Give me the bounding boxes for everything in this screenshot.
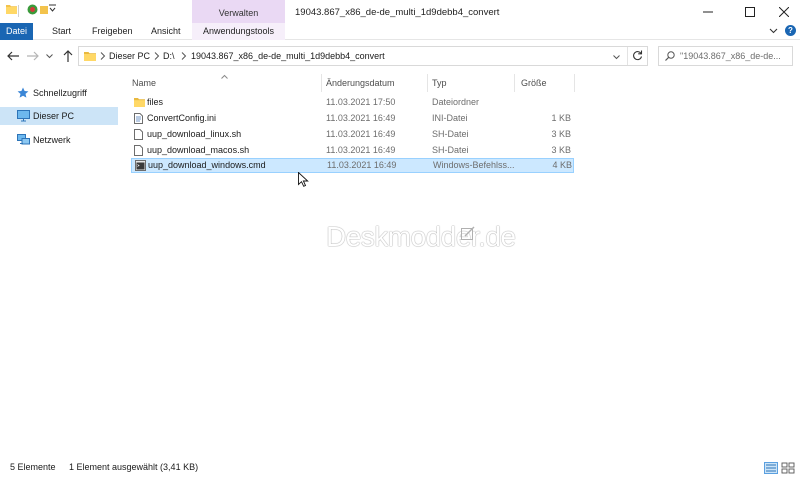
new-folder-icon[interactable]	[40, 4, 48, 14]
file-name: uup_download_windows.cmd	[148, 160, 266, 170]
breadcrumb-chevron-icon[interactable]	[154, 52, 160, 62]
breadcrumb-chevron-icon[interactable]	[100, 52, 106, 62]
breadcrumb-current-folder[interactable]: 19043.867_x86_de-de_multi_1d9debb4_conve…	[191, 47, 385, 65]
search-icon	[665, 51, 675, 63]
file-size: 3 KB	[551, 129, 571, 139]
file-date: 11.03.2021 17:50	[326, 97, 396, 107]
file-size: 3 KB	[551, 145, 571, 155]
navigation-pane: Schnellzugriff Dieser PC Netzwerk	[0, 71, 118, 457]
tab-freigeben[interactable]: Freigeben	[92, 23, 133, 40]
up-arrow-icon[interactable]	[60, 49, 76, 63]
file-type: INI-Datei	[432, 113, 468, 123]
properties-icon[interactable]	[27, 4, 38, 15]
sidebar-item-dieser-pc[interactable]: Dieser PC	[0, 107, 118, 125]
file-type: SH-Datei	[432, 145, 469, 155]
monitor-icon	[17, 110, 30, 124]
status-item-count: 5 Elemente	[10, 462, 56, 472]
watermark-text: Deskmodder.de	[326, 221, 516, 252]
file-name: uup_download_linux.sh	[147, 129, 242, 139]
table-row[interactable]: ConvertConfig.ini 11.03.2021 16:49 INI-D…	[131, 111, 574, 126]
sidebar-item-label: Schnellzugriff	[33, 88, 87, 98]
customize-chevron-icon[interactable]	[49, 4, 56, 12]
column-divider[interactable]	[427, 74, 428, 92]
folder-icon	[84, 51, 96, 63]
file-name: ConvertConfig.ini	[147, 113, 217, 123]
table-row[interactable]: uup_download_linux.sh 11.03.2021 16:49 S…	[131, 127, 574, 142]
column-divider[interactable]	[514, 74, 515, 92]
maximize-button[interactable]	[727, 0, 773, 23]
breadcrumb-dieser-pc[interactable]: Dieser PC	[109, 47, 150, 65]
breadcrumb-drive-d[interactable]: D:\	[163, 47, 175, 65]
file-date: 11.03.2021 16:49	[326, 129, 396, 139]
sidebar-item-label: Netzwerk	[33, 135, 71, 145]
network-icon	[17, 134, 30, 148]
details-view-icon[interactable]	[764, 462, 778, 474]
column-header-name[interactable]: Name	[132, 74, 156, 92]
search-placeholder: "19043.867_x86_de-de...	[680, 51, 781, 61]
column-divider[interactable]	[321, 74, 322, 92]
column-divider[interactable]	[574, 74, 575, 92]
star-icon	[17, 87, 29, 101]
title-bar: Verwalten 19043.867_x86_de-de_multi_1d9d…	[0, 0, 800, 23]
file-size: 4 KB	[552, 160, 572, 170]
search-input[interactable]: "19043.867_x86_de-de...	[658, 46, 793, 66]
sidebar-item-netzwerk[interactable]: Netzwerk	[0, 131, 118, 149]
file-type: Dateiordner	[432, 97, 480, 107]
sidebar-item-label: Dieser PC	[33, 111, 75, 121]
mouse-cursor-icon	[298, 171, 309, 189]
column-header-date[interactable]: Änderungsdatum	[326, 74, 395, 92]
file-type: Windows-Befehlss...	[433, 160, 515, 170]
folder-icon	[134, 97, 145, 110]
ribbon-tab-bar: Datei Start Freigeben Ansicht Anwendungs…	[0, 23, 800, 40]
file-size	[519, 95, 571, 110]
breadcrumb-chevron-icon[interactable]	[181, 52, 187, 62]
sort-ascending-chevron-icon	[221, 71, 228, 81]
tab-start[interactable]: Start	[52, 23, 71, 40]
file-list: Name Änderungsdatum Typ Größe files 11.0…	[118, 71, 800, 457]
close-button[interactable]	[768, 0, 800, 23]
address-divider	[627, 47, 628, 65]
tab-datei[interactable]: Datei	[0, 23, 33, 40]
sidebar-item-schnellzugriff[interactable]: Schnellzugriff	[0, 84, 118, 102]
help-icon[interactable]: ?	[785, 25, 796, 36]
file-name: uup_download_macos.sh	[147, 145, 250, 155]
quick-access-separator	[18, 5, 19, 17]
recent-locations-chevron-icon[interactable]	[44, 49, 54, 63]
large-icons-view-icon[interactable]	[781, 462, 795, 474]
back-arrow-icon[interactable]	[5, 49, 21, 63]
navigation-bar: Dieser PC D:\ 19043.867_x86_de-de_multi_…	[0, 41, 800, 71]
watermark-logo	[461, 226, 475, 242]
file-type: SH-Datei	[432, 129, 469, 139]
file-size: 1 KB	[551, 113, 571, 123]
file-date: 11.03.2021 16:49	[326, 145, 396, 155]
column-header-size[interactable]: Größe	[521, 74, 547, 92]
table-row[interactable]: files 11.03.2021 17:50 Dateiordner	[131, 95, 574, 110]
window-title: 19043.867_x86_de-de_multi_1d9debb4_conve…	[295, 7, 500, 18]
file-icon	[134, 145, 143, 158]
folder-icon[interactable]	[6, 4, 17, 14]
refresh-icon[interactable]	[632, 50, 643, 63]
minimize-button[interactable]	[685, 0, 731, 23]
column-header-type[interactable]: Typ	[432, 74, 447, 92]
file-date: 11.03.2021 16:49	[326, 113, 396, 123]
contextual-tab-verwalten[interactable]: Verwalten	[192, 0, 285, 23]
table-row[interactable]: uup_download_macos.sh 11.03.2021 16:49 S…	[131, 143, 574, 158]
address-history-chevron-icon[interactable]	[613, 52, 620, 62]
file-date: 11.03.2021 16:49	[327, 160, 397, 170]
tab-anwendungstools[interactable]: Anwendungstools	[192, 23, 285, 40]
address-bar[interactable]: Dieser PC D:\ 19043.867_x86_de-de_multi_…	[78, 46, 648, 66]
cmd-file-icon	[135, 160, 146, 173]
ini-file-icon	[134, 113, 143, 126]
tab-ansicht[interactable]: Ansicht	[151, 23, 181, 40]
file-icon	[134, 129, 143, 142]
forward-arrow-icon[interactable]	[25, 49, 41, 63]
status-selection: 1 Element ausgewählt (3,41 KB)	[69, 462, 199, 472]
file-name: files	[147, 97, 164, 107]
table-row-selected[interactable]: uup_download_windows.cmd 11.03.2021 16:4…	[131, 158, 574, 173]
status-bar: 5 Elemente 1 Element ausgewählt (3,41 KB…	[0, 457, 800, 478]
ribbon-expand-chevron-icon[interactable]	[769, 26, 778, 37]
